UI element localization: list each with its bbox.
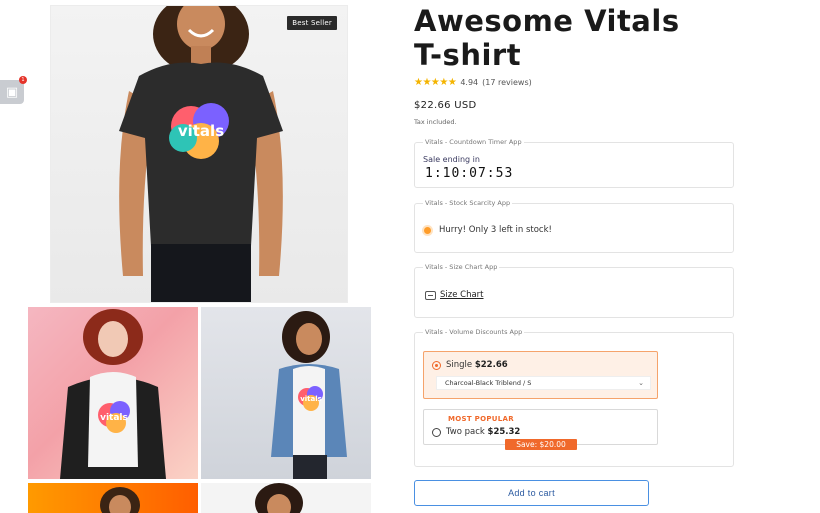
- save-badge: Save: $20.00: [505, 439, 577, 450]
- volume-discounts-app: Vitals - Volume Discounts App Single $22…: [414, 328, 734, 467]
- main-product-image[interactable]: vitals Best Seller: [50, 5, 348, 303]
- review-count: (17 reviews): [482, 78, 532, 87]
- notification-dot: 1: [19, 76, 27, 84]
- size-chart-link-row[interactable]: Size Chart: [425, 290, 484, 300]
- floating-app-launcher[interactable]: ▣ 1: [0, 76, 27, 104]
- thumbnail-3[interactable]: [28, 483, 198, 513]
- app-label: Vitals - Stock Scarcity App: [423, 199, 513, 207]
- thumb1-logo-text: vitals: [100, 413, 128, 423]
- sale-ending-text: Sale ending in: [423, 155, 480, 164]
- option-single[interactable]: Single $22.66 Charcoal-Black Triblend / …: [423, 351, 658, 399]
- star-rating-icon: ★★★★★: [414, 77, 457, 88]
- radio-selected-icon[interactable]: [432, 361, 441, 370]
- countdown-timer-app: Vitals - Countdown Timer App Sale ending…: [414, 138, 734, 188]
- tax-note: Tax included.: [414, 118, 457, 126]
- option-single-price: $22.66: [474, 360, 508, 370]
- size-chart-link[interactable]: Size Chart: [440, 290, 484, 300]
- rating-summary[interactable]: ★★★★★ 4.94 (17 reviews): [414, 77, 532, 88]
- thumbnail-1-illustration: vitals: [60, 309, 166, 479]
- stock-indicator-icon: [424, 226, 431, 234]
- variant-select[interactable]: Charcoal-Black Triblend / S ⌄: [436, 376, 651, 390]
- size-chart-app: Vitals - Size Chart App Size Chart: [414, 263, 734, 318]
- countdown-value: 1:10:07:53: [425, 166, 514, 181]
- app-label: Vitals - Volume Discounts App: [423, 328, 525, 336]
- option-single-label: Single $22.66: [446, 360, 508, 370]
- thumbnail-4[interactable]: [201, 483, 371, 513]
- option-two-pack-price: $25.32: [487, 427, 521, 437]
- option-two-pack-title: Two pack: [446, 427, 485, 437]
- thumbnail-3-illustration: [100, 487, 140, 513]
- shirt-logo-text: vitals: [178, 122, 224, 140]
- gift-icon: ▣: [5, 84, 19, 100]
- most-popular-badge: MOST POPULAR: [448, 415, 514, 423]
- thumbnail-1[interactable]: vitals: [28, 307, 198, 479]
- ruler-icon: [425, 290, 436, 300]
- stock-scarcity-app: Vitals - Stock Scarcity App Hurry! Only …: [414, 199, 734, 253]
- stock-message: Hurry! Only 3 left in stock!: [439, 225, 552, 235]
- app-label: Vitals - Size Chart App: [423, 263, 500, 271]
- option-single-title: Single: [446, 360, 473, 370]
- add-to-cart-button[interactable]: Add to cart: [414, 480, 649, 506]
- product-price: $22.66 USD: [414, 100, 477, 111]
- radio-unselected-icon[interactable]: [432, 428, 441, 437]
- variant-select-value: Charcoal-Black Triblend / S: [445, 379, 532, 387]
- option-two-pack-label: Two pack $25.32: [446, 427, 520, 437]
- thumbnail-2[interactable]: vitals: [201, 307, 371, 479]
- thumb2-logo-text: vitals: [300, 395, 322, 403]
- app-label: Vitals - Countdown Timer App: [423, 138, 524, 146]
- product-title: Awesome Vitals T-shirt: [414, 4, 680, 72]
- rating-value: 4.94: [460, 78, 479, 87]
- model-illustration: vitals: [119, 6, 283, 302]
- chevron-down-icon: ⌄: [638, 379, 644, 387]
- stock-message-row: Hurry! Only 3 left in stock!: [424, 225, 552, 235]
- best-seller-badge: Best Seller: [287, 16, 337, 30]
- thumbnail-4-illustration: [255, 483, 303, 513]
- thumbnail-2-illustration: vitals: [271, 311, 347, 479]
